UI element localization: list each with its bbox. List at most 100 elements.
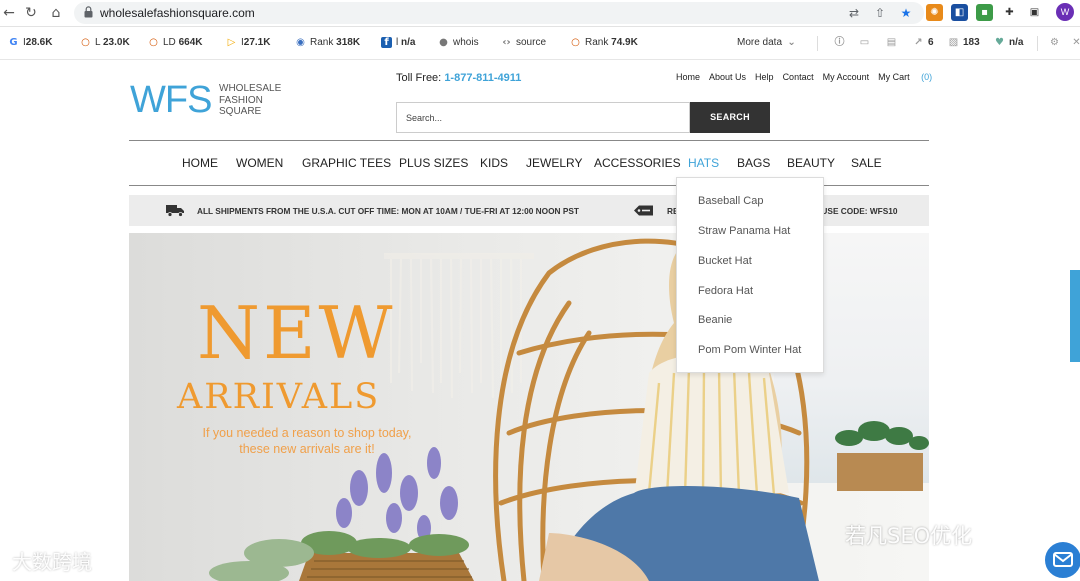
- menu-plus-sizes[interactable]: PLUS SIZES: [399, 156, 468, 170]
- site-logo[interactable]: WFS WHOLESALE FASHION SQUARE: [130, 80, 290, 120]
- link-contact[interactable]: Contact: [783, 72, 814, 82]
- facebook-icon: f: [381, 37, 392, 48]
- menu-beauty[interactable]: BEAUTY: [787, 156, 835, 170]
- menu-graphic-tees[interactable]: GRAPHIC TEES: [302, 156, 391, 170]
- macrame-hanging: [384, 253, 534, 399]
- profile-avatar[interactable]: W: [1056, 3, 1074, 21]
- more-data-button[interactable]: More data ⌄: [737, 37, 797, 48]
- dropdown-item-baseball-cap[interactable]: Baseball Cap: [698, 195, 763, 207]
- menu-women[interactable]: WOMEN: [236, 156, 283, 170]
- home-icon[interactable]: ⌂: [47, 4, 65, 22]
- seo-item-external-links[interactable]: ↗ 6: [913, 37, 934, 48]
- circle-icon: ○: [81, 37, 90, 48]
- seo-item-facebook[interactable]: f l n/a: [381, 37, 415, 48]
- link-my-cart[interactable]: My Cart (0): [878, 72, 941, 82]
- back-icon[interactable]: ←: [0, 4, 18, 22]
- seo-item-whois[interactable]: ● whois: [438, 37, 479, 48]
- hero-tagline-line: If you needed a reason to shop today,: [202, 426, 412, 440]
- external-link-icon: ↗: [914, 37, 923, 48]
- extension-shield-icon[interactable]: ◧: [951, 4, 968, 21]
- seo-item-rank[interactable]: ○ Rank 74.9K: [570, 37, 638, 48]
- share-icon[interactable]: ⇧: [872, 5, 888, 21]
- succulent-planter: [835, 421, 929, 491]
- search-input[interactable]: Search...: [396, 102, 690, 133]
- logo-mark: WFS: [130, 79, 212, 121]
- menu-jewelry[interactable]: JEWELRY: [526, 156, 582, 170]
- dropdown-item-bucket-hat[interactable]: Bucket Hat: [698, 255, 752, 267]
- seo-item-value: 6: [928, 37, 934, 48]
- menu-kids[interactable]: KIDS: [480, 156, 508, 170]
- logo-wordmark: WHOLESALE FASHION SQUARE: [219, 83, 281, 118]
- dropdown-item-fedora-hat[interactable]: Fedora Hat: [698, 285, 753, 297]
- monitor-icon: ▭: [859, 37, 870, 48]
- seo-item-google[interactable]: G I28.6K: [8, 37, 52, 48]
- seo-item-page[interactable]: ▤: [886, 37, 897, 48]
- link-home[interactable]: Home: [676, 72, 700, 82]
- lock-icon: [84, 6, 93, 18]
- image-icon: ▧: [948, 37, 959, 48]
- hats-dropdown: Baseball Cap Straw Panama Hat Bucket Hat…: [676, 177, 824, 373]
- menu-sale[interactable]: SALE: [851, 156, 882, 170]
- seo-item-label: L 23.0K: [95, 37, 130, 48]
- extension-sun-icon[interactable]: ✺: [926, 4, 943, 21]
- code-icon: ‹›: [502, 37, 511, 48]
- truck-icon: [166, 205, 184, 217]
- page-icon: ▤: [886, 37, 897, 48]
- search-button[interactable]: SEARCH: [690, 102, 770, 133]
- toolbar-close[interactable]: ✕: [1071, 37, 1080, 48]
- dropdown-item-beanie[interactable]: Beanie: [698, 314, 732, 326]
- extensions-puzzle-icon[interactable]: ✚: [1001, 4, 1018, 21]
- chat-widget-button[interactable]: [1043, 540, 1080, 580]
- side-panel-icon[interactable]: ▣: [1026, 4, 1043, 21]
- link-help[interactable]: Help: [755, 72, 774, 82]
- seo-item-linking-domains[interactable]: ○ LD 664K: [148, 37, 202, 48]
- lavender-plant: [209, 447, 474, 581]
- seo-item-bing[interactable]: ▷ I27.1K: [226, 37, 271, 48]
- dropdown-item-straw-panama-hat[interactable]: Straw Panama Hat: [698, 225, 790, 237]
- top-links: Home About Us Help Contact My Account My…: [676, 72, 941, 82]
- hero-tagline: If you needed a reason to shop today, th…: [187, 425, 427, 457]
- bookmark-star-icon[interactable]: ★: [898, 5, 914, 21]
- link-my-account[interactable]: My Account: [823, 72, 870, 82]
- menu-bags[interactable]: BAGS: [737, 156, 770, 170]
- url-text: wholesalefashionsquare.com: [100, 6, 255, 20]
- menu-hats[interactable]: HATS: [688, 156, 719, 170]
- cart-count: (0): [921, 72, 933, 82]
- translate-icon[interactable]: ⇄: [846, 5, 862, 21]
- google-icon: G: [9, 37, 18, 48]
- toll-free-label: Toll Free:: [396, 72, 442, 84]
- chevron-down-icon: ⌄: [787, 37, 796, 48]
- link-about-us[interactable]: About Us: [709, 72, 746, 82]
- seo-item-label: whois: [453, 37, 479, 48]
- toolbar-settings[interactable]: ⚙: [1049, 37, 1060, 48]
- seo-item-monitor[interactable]: ▭: [859, 37, 870, 48]
- toolbar-divider: [817, 36, 818, 51]
- logo-line: SQUARE: [219, 106, 262, 117]
- menu-home[interactable]: HOME: [182, 156, 218, 170]
- url-field[interactable]: wholesalefashionsquare.com ⇄ ⇧ ★: [74, 2, 924, 24]
- shipping-text: ALL SHIPMENTS FROM THE U.S.A. CUT OFF TI…: [197, 206, 579, 216]
- person-icon: ●: [439, 37, 448, 48]
- seo-item-links[interactable]: ○ L 23.0K: [80, 37, 130, 48]
- logo-line: WHOLESALE: [219, 83, 282, 94]
- semrush-icon: ◉: [296, 37, 305, 48]
- logo-line: FASHION: [219, 94, 263, 106]
- info-icon: ⓘ: [834, 37, 845, 48]
- gear-icon: ⚙: [1050, 37, 1059, 48]
- feedback-tab[interactable]: [1070, 270, 1080, 362]
- hero-subtitle: ARRIVALS: [177, 377, 381, 417]
- tag-icon: [634, 205, 653, 216]
- reload-icon[interactable]: ↻: [22, 4, 40, 22]
- seo-item-source[interactable]: ‹› source: [501, 37, 546, 48]
- chat-icon: [1053, 552, 1073, 567]
- extension-flag-icon[interactable]: ▪: [976, 4, 993, 21]
- menu-accessories[interactable]: ACCESSORIES: [594, 156, 681, 170]
- circle-icon: ○: [149, 37, 158, 48]
- seo-item-heart[interactable]: ♥ n/a: [994, 37, 1023, 48]
- seo-item-semrush[interactable]: ◉ Rank 318K: [295, 37, 360, 48]
- dropdown-item-pom-pom-winter-hat[interactable]: Pom Pom Winter Hat: [698, 344, 801, 356]
- toll-free-number[interactable]: 1-877-811-4911: [444, 72, 521, 84]
- seo-item-info[interactable]: ⓘ: [834, 37, 845, 48]
- seo-item-images[interactable]: ▧ 183: [948, 37, 980, 48]
- seo-item-label: l n/a: [396, 37, 416, 48]
